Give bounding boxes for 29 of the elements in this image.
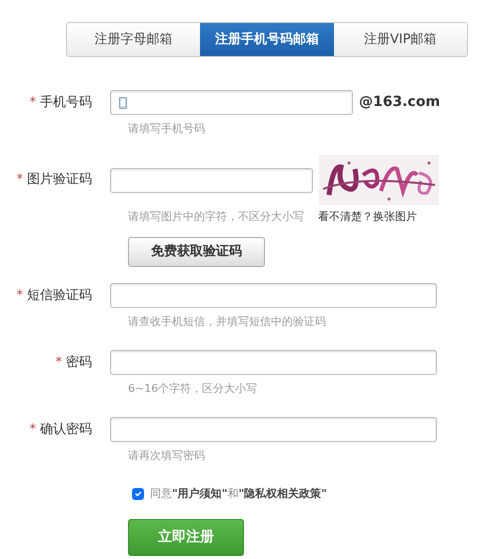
field-label: 短信验证码 — [27, 286, 92, 305]
field-label: 密码 — [66, 354, 92, 372]
hint-text: 请填写图片中的字符，不区分大小写 — [128, 209, 304, 225]
hint-text: 请查收手机短信，并填写短信中的验证码 — [128, 314, 327, 330]
required-asterisk: * — [30, 94, 36, 112]
field-label: 手机号码 — [40, 94, 92, 112]
required-asterisk: * — [56, 354, 62, 372]
input-field[interactable] — [110, 168, 313, 192]
input-field[interactable] — [110, 350, 437, 375]
refresh-captcha-link[interactable]: 看不清楚？换张图片 — [318, 209, 417, 225]
required-asterisk: * — [16, 171, 23, 190]
field-label: 确认密码 — [40, 420, 92, 439]
agree-checkbox[interactable] — [132, 488, 144, 500]
tab[interactable]: 注册手机号码邮箱 — [200, 23, 334, 56]
agreement-text: 同意"用户须知"和"隐私权相关政策" — [150, 486, 327, 502]
input-field[interactable] — [110, 283, 437, 308]
input-field[interactable] — [110, 90, 353, 115]
get-code-button[interactable]: 免费获取验证码 — [128, 237, 265, 267]
tab[interactable]: 注册VIP邮箱 — [334, 23, 467, 56]
tab[interactable]: 注册字母邮箱 — [67, 23, 200, 56]
hint-text: 请再次填写密码 — [128, 448, 206, 464]
field-label: 图片验证码 — [27, 171, 92, 190]
hint-text: 6~16个字符，区分大小写 — [128, 381, 258, 397]
required-asterisk: * — [30, 420, 36, 439]
input-field[interactable] — [110, 417, 437, 442]
phone-icon — [119, 96, 127, 108]
hint-text: 请填写手机号码 — [128, 121, 206, 137]
email-domain: @163.com — [359, 93, 440, 112]
required-asterisk: * — [16, 286, 23, 305]
